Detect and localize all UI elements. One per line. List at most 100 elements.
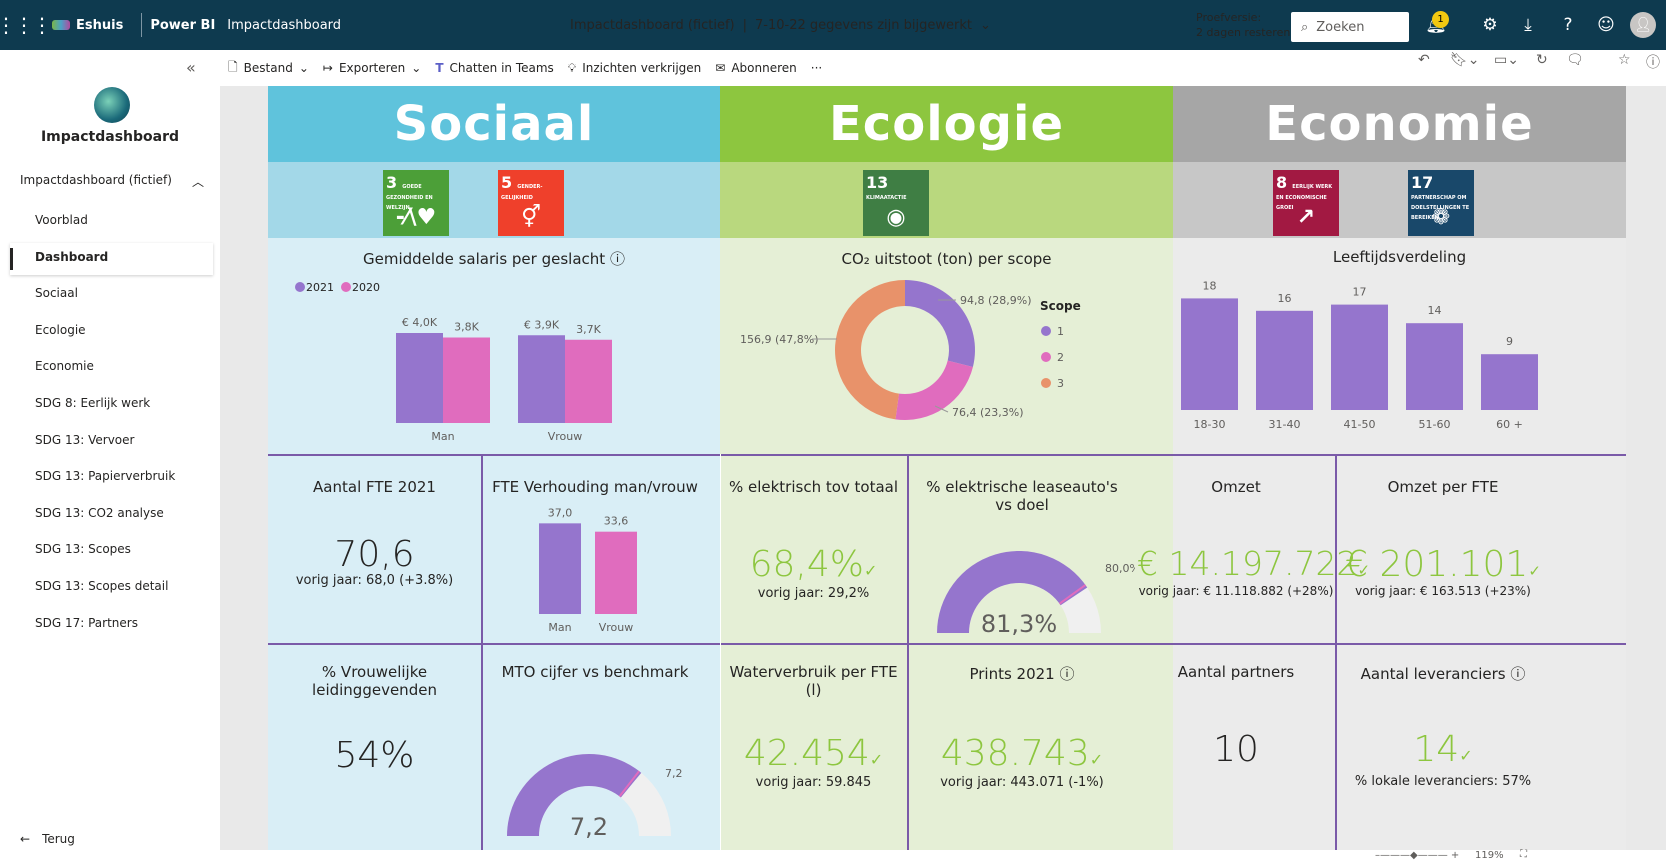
product-name[interactable]: Power BI xyxy=(150,18,215,33)
bar-vrouw[interactable] xyxy=(595,531,637,614)
gauge-mto[interactable]: MTO cijfer vs benchmark 7,2 7,2 xyxy=(483,645,707,850)
smiley-icon[interactable]: ☺ xyxy=(1588,0,1624,50)
navigation-pane xyxy=(0,50,220,863)
sidebar-item[interactable]: SDG 13: Scopes xyxy=(35,542,131,556)
sidebar-item[interactable]: SDG 13: CO2 analyse xyxy=(35,506,164,520)
data-label: 156,9 (47,8%) xyxy=(740,333,819,346)
sidebar-item[interactable]: SDG 13: Vervoer xyxy=(35,433,134,447)
data-label: 18 xyxy=(1203,279,1217,292)
app-launcher-icon[interactable]: ⋮⋮⋮ xyxy=(0,0,52,50)
report-breadcrumb[interactable]: Impactdashboard xyxy=(227,18,341,33)
salary-chart[interactable]: Gemiddelde salaris per geslacht ⓘ 2021 20… xyxy=(268,238,720,454)
kpi-vrouw[interactable]: % Vrouwelijke leidinggevenden 54% xyxy=(268,645,481,850)
mail-icon: ✉ xyxy=(715,61,726,75)
bar-18-30[interactable] xyxy=(1181,298,1238,410)
kpi-omzet[interactable]: Omzet € 14.197.722✓ vorig jaar: € 11.118… xyxy=(1137,456,1370,643)
zoom-slider[interactable]: –———◆——— + xyxy=(1375,850,1459,861)
search-input[interactable]: ⌕ Zoeken xyxy=(1291,12,1409,42)
sidebar-item[interactable]: Dashboard xyxy=(35,250,108,264)
bar-60+[interactable] xyxy=(1481,354,1538,410)
status-bar: –———◆——— + 119% ⛶ xyxy=(220,849,1666,863)
trial-status[interactable]: Proefversie: 2 dagen resterend xyxy=(1196,10,1297,40)
bar-man[interactable] xyxy=(539,523,581,614)
kpi-elektrisch[interactable]: % elektrisch tov totaal 68,4%✓ vorig jaa… xyxy=(720,456,907,643)
nav-group-header[interactable]: Impactdashboard (fictief) ︿ xyxy=(20,173,210,190)
kpi-value: € 14.197.722 xyxy=(1137,544,1358,583)
data-label: 3,7K xyxy=(576,323,601,336)
teams-icon: T xyxy=(435,61,444,75)
x-tick-label: Man xyxy=(431,430,454,443)
download-icon[interactable]: ⤓ xyxy=(1510,0,1546,50)
info-icon[interactable]: ⓘ xyxy=(1060,665,1075,683)
divider xyxy=(141,13,143,37)
kpi-title: % Vrouwelijke leidinggevenden xyxy=(312,663,437,699)
view-icon[interactable]: ▭⌄ xyxy=(1494,52,1519,68)
brand-logo[interactable]: Eshuis xyxy=(46,18,133,33)
help-icon[interactable]: ? xyxy=(1550,0,1586,50)
sdg-tile-3: 3 GOEDE GEZONDHEID EN WELZIJN -⁄\♥ xyxy=(383,170,449,236)
bookmark-icon[interactable]: 🔖︎⌄ xyxy=(1450,52,1480,68)
bar-vrouw-2020[interactable] xyxy=(565,339,612,423)
kpi-water[interactable]: Waterverbruik per FTE (l) 42.454✓ vorig … xyxy=(720,645,907,850)
file-menu-button[interactable]: 🗋 Bestand ⌄ xyxy=(228,58,309,79)
favorite-icon[interactable]: ☆ xyxy=(1618,52,1631,68)
kpi-partners[interactable]: Aantal partners 10 xyxy=(1137,645,1335,850)
refresh-icon[interactable]: ↻ xyxy=(1536,52,1548,68)
back-button[interactable]: ← Terug xyxy=(20,832,75,846)
kpi-omzet-fte[interactable]: Omzet per FTE € 201.101✓ vorig jaar: € 1… xyxy=(1337,456,1549,643)
more-options-button[interactable]: ··· xyxy=(811,61,822,75)
chevron-down-icon: ⌄ xyxy=(298,61,309,75)
kpi-title: Aantal partners xyxy=(1177,663,1295,681)
bar-51-60[interactable] xyxy=(1406,323,1463,410)
trial-remaining: 2 dagen resterend xyxy=(1196,26,1298,39)
kpi-value: 54% xyxy=(334,735,415,776)
teams-chat-button[interactable]: T Chatten in Teams xyxy=(435,61,553,75)
kpi-prints[interactable]: Prints 2021 ⓘ 438.743✓ vorig jaar: 443.0… xyxy=(909,645,1135,850)
bar-man-2021[interactable] xyxy=(396,333,443,423)
fit-page-icon[interactable]: ⛶ xyxy=(1520,849,1527,860)
kpi-leveranciers[interactable]: Aantal leveranciers ⓘ 14✓ % lokale lever… xyxy=(1337,645,1549,850)
bar-41-50[interactable] xyxy=(1331,304,1388,410)
bar-31-40[interactable] xyxy=(1256,310,1313,410)
gender-icon: ⚥ xyxy=(521,205,541,230)
report-title-bar[interactable]: Impactdashboard (fictief) | 7-10-22 gege… xyxy=(570,0,991,50)
export-menu-button[interactable]: ↦ Exporteren ⌄ xyxy=(323,61,421,75)
reset-icon[interactable]: ↶ xyxy=(1418,52,1430,68)
sidebar-item[interactable]: SDG 13: Papierverbruik xyxy=(35,469,175,483)
avatar[interactable]: 👤︎ xyxy=(1630,12,1656,38)
info-icon[interactable]: ⓘ xyxy=(1510,665,1525,683)
gauge-lease[interactable]: % elektrische leaseauto's vs doel 81,3% 8… xyxy=(909,456,1135,643)
sdg-tile-8: 8 EERLIJK WERK EN ECONOMISCHE GROEI ↗ xyxy=(1273,170,1339,236)
gear-icon[interactable]: ⚙ xyxy=(1472,0,1508,50)
sidebar-item[interactable]: SDG 17: Partners xyxy=(35,616,138,630)
pie-slice-scope-3[interactable] xyxy=(835,280,905,420)
subscribe-button[interactable]: ✉ Abonneren xyxy=(715,61,796,75)
insights-button[interactable]: 💡︎ Inzichten verkrijgen xyxy=(568,61,701,76)
collapse-nav-icon[interactable]: « xyxy=(186,58,196,77)
comment-icon[interactable]: 🗨︎ xyxy=(1566,52,1584,68)
sidebar-item[interactable]: Sociaal xyxy=(35,286,78,300)
sidebar-item[interactable]: SDG 13: Scopes detail xyxy=(35,579,168,593)
age-chart[interactable]: Leeftijdsverdeling 18 18-30 16 31-40 17 41-50… xyxy=(1173,238,1626,454)
co2-chart[interactable]: CO₂ uitstoot (ton) per scope 94,8 (28,9%… xyxy=(720,238,1173,454)
kpi-subtitle: vorig jaar: 29,2% xyxy=(757,586,870,601)
kpi-title: Aantal FTE 2021 xyxy=(313,478,436,496)
kpi-subtitle: vorig jaar: 68,0 (+3.8%) xyxy=(295,573,454,588)
bar-vrouw-2021[interactable] xyxy=(518,335,565,423)
sidebar-item[interactable]: Ecologie xyxy=(35,323,86,337)
sidebar-item[interactable]: Economie xyxy=(35,359,94,373)
nav-active-indicator xyxy=(10,248,13,270)
sidebar-item[interactable]: Voorblad xyxy=(35,213,88,227)
kpi-title: % elektrisch tov totaal xyxy=(728,478,899,496)
sidebar-item[interactable]: SDG 8: Eerlijk werk xyxy=(35,396,150,410)
chevron-down-icon: ⌄ xyxy=(411,61,422,75)
info-icon[interactable]: ⓘ xyxy=(1646,52,1660,72)
checkmark-icon: ✓ xyxy=(1089,750,1104,769)
kpi-value: 10 xyxy=(1213,729,1259,770)
kpi-fte[interactable]: Aantal FTE 2021 70,6 vorig jaar: 68,0 (+… xyxy=(268,456,481,643)
fte-ratio-chart[interactable]: FTE Verhouding man/vrouw 37,0 Man 33,6 Vrou… xyxy=(483,456,707,643)
x-tick-label: Man xyxy=(548,621,571,634)
report-title: Impactdashboard (fictief) xyxy=(570,17,735,33)
data-label: 94,8 (28,9%) xyxy=(960,294,1032,307)
bar-man-2020[interactable] xyxy=(443,337,490,424)
